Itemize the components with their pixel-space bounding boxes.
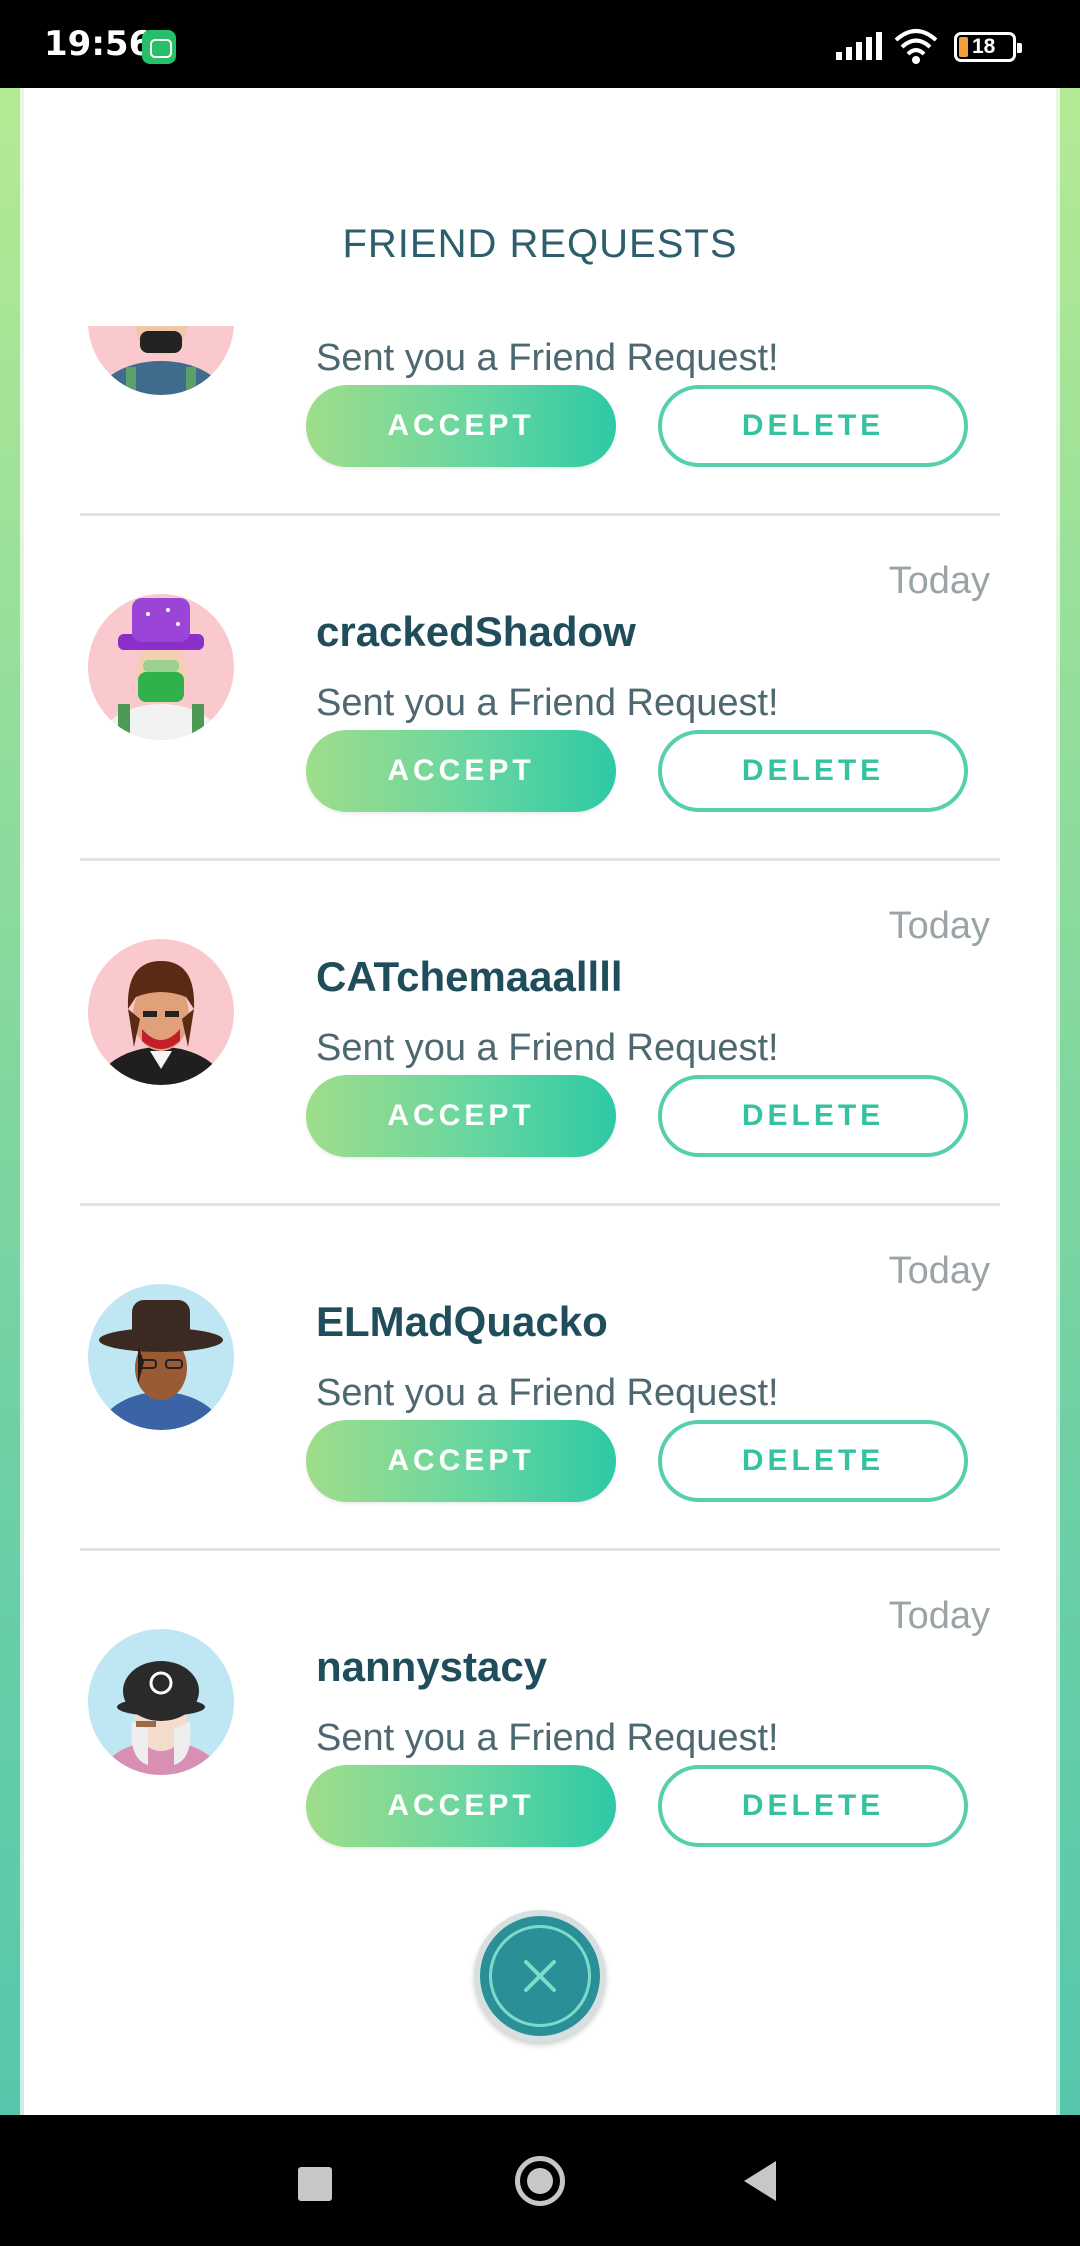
delete-button[interactable]: DELETE xyxy=(658,385,968,467)
avatar xyxy=(88,1629,234,1775)
page-title: FRIEND REQUESTS xyxy=(342,222,738,266)
status-bar: 19:56 18 xyxy=(0,0,1080,88)
delete-button[interactable]: DELETE xyxy=(658,730,968,812)
friend-request-list[interactable]: Sent you a Friend Request! ACCEPT DELETE… xyxy=(80,326,1000,1878)
avatar xyxy=(88,326,234,395)
request-time: Today xyxy=(888,905,990,947)
trainer-name: nannystacy xyxy=(316,1643,548,1690)
close-button[interactable] xyxy=(474,1910,606,2042)
request-message: Sent you a Friend Request! xyxy=(316,682,779,724)
navigation-bar xyxy=(0,2115,1080,2246)
delete-button[interactable]: DELETE xyxy=(658,1420,968,1502)
request-time: Today xyxy=(888,560,990,602)
trainer-name: CATchemaaallll xyxy=(316,953,623,1000)
accept-button[interactable]: ACCEPT xyxy=(306,730,616,812)
signal-icon xyxy=(836,32,882,60)
request-time: Today xyxy=(888,1595,990,1637)
back-icon[interactable] xyxy=(744,2161,776,2201)
status-time: 19:56 xyxy=(44,24,153,64)
list-item: Sent you a Friend Request! ACCEPT DELETE xyxy=(80,326,1000,516)
accept-button[interactable]: ACCEPT xyxy=(306,1420,616,1502)
delete-button[interactable]: DELETE xyxy=(658,1765,968,1847)
delete-button[interactable]: DELETE xyxy=(658,1075,968,1157)
request-message: Sent you a Friend Request! xyxy=(316,1027,779,1069)
request-message: Sent you a Friend Request! xyxy=(316,337,779,379)
request-message: Sent you a Friend Request! xyxy=(316,1717,779,1759)
list-item: Today ELMadQuacko Sent you a Friend Requ… xyxy=(80,1206,1000,1551)
recent-apps-icon[interactable] xyxy=(298,2167,332,2201)
list-item: Today CATchemaaallll Sent you a Friend R… xyxy=(80,861,1000,1206)
request-time: Today xyxy=(888,1250,990,1292)
home-icon[interactable] xyxy=(515,2156,565,2206)
app-notification-icon xyxy=(142,30,176,64)
avatar xyxy=(88,594,234,740)
list-item: Today nannystacy Sent you a Friend Reque… xyxy=(80,1551,1000,1878)
request-message: Sent you a Friend Request! xyxy=(316,1372,779,1414)
close-icon xyxy=(524,1960,556,1992)
avatar xyxy=(88,939,234,1085)
trainer-name: crackedShadow xyxy=(316,608,636,655)
list-item: Today crackedShadow Sent you a Friend Re… xyxy=(80,516,1000,861)
wifi-icon xyxy=(894,29,938,64)
battery-level: 18 xyxy=(972,35,996,58)
accept-button[interactable]: ACCEPT xyxy=(306,1765,616,1847)
trainer-name: ELMadQuacko xyxy=(316,1298,608,1345)
accept-button[interactable]: ACCEPT xyxy=(306,1075,616,1157)
battery-icon: 18 xyxy=(954,32,1022,62)
accept-button[interactable]: ACCEPT xyxy=(306,385,616,467)
avatar xyxy=(88,1284,234,1430)
